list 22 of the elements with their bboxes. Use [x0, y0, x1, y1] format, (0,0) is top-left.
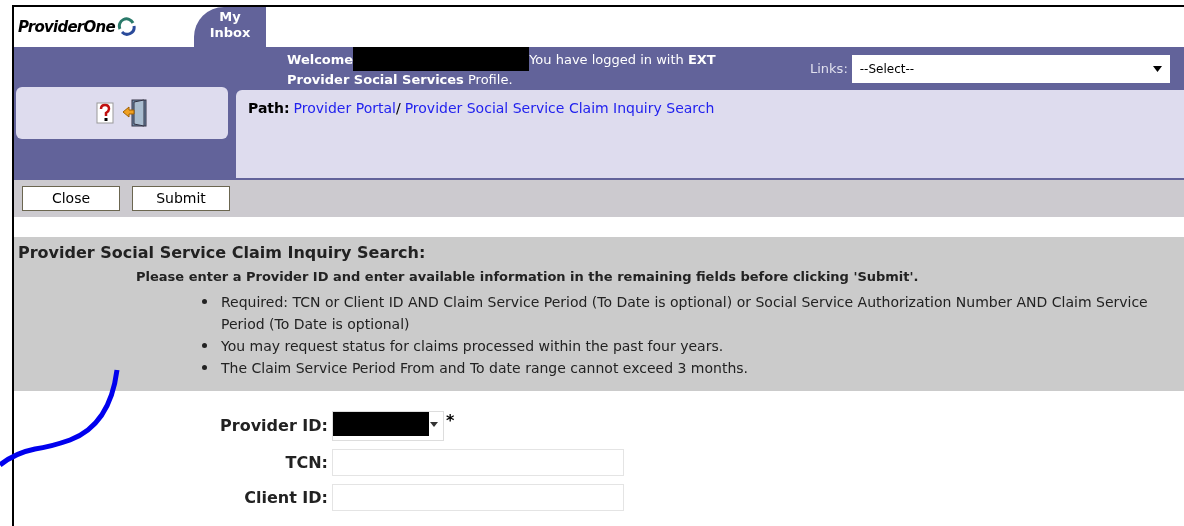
field-label: Client ID: — [243, 486, 329, 509]
field-label: Provider ID: — [219, 415, 329, 437]
logo[interactable]: ProviderOne — [18, 15, 115, 39]
links-label: Links: — [810, 60, 848, 79]
bullet-text: The Claim Service Period From and To date range cannot exceed 3 months. — [221, 358, 749, 378]
instruction-text: Please enter a Provider ID and enter available information in the remaining fields before clicking 'Submit'. — [135, 268, 920, 286]
toolbar-button[interactable]: Submit — [132, 186, 230, 211]
path-label: Path: — [248, 99, 290, 118]
bullet-text: You may request status for claims processed within the past four years. — [221, 336, 724, 356]
links-dropdown[interactable]: --Select-- — [851, 55, 1170, 83]
welcome-message: You have logged in with EXT — [529, 51, 716, 69]
bullet-text: Required: TCN or Client ID AND Claim Service Period (To Date is optional) or Social Service Authorization Number AND Claim Service Period (To Date is optional) — [221, 292, 1149, 334]
breadcrumb-link[interactable]: Provider Portal — [293, 98, 396, 119]
breadcrumb-link[interactable]: Provider Social Service Claim Inquiry Search — [404, 98, 715, 119]
inbox-tab[interactable]: My Inbox — [194, 7, 266, 47]
welcome-message: Provider Social Services Profile. — [287, 71, 513, 89]
path-separator: / — [395, 99, 401, 118]
section-title: Provider Social Service Claim Inquiry Search: — [17, 242, 427, 264]
field-label: TCN: — [284, 451, 329, 474]
required-mark: * — [446, 411, 455, 431]
toolbar-button[interactable]: Close — [22, 186, 120, 211]
welcome-text: Welcome — [287, 51, 354, 69]
